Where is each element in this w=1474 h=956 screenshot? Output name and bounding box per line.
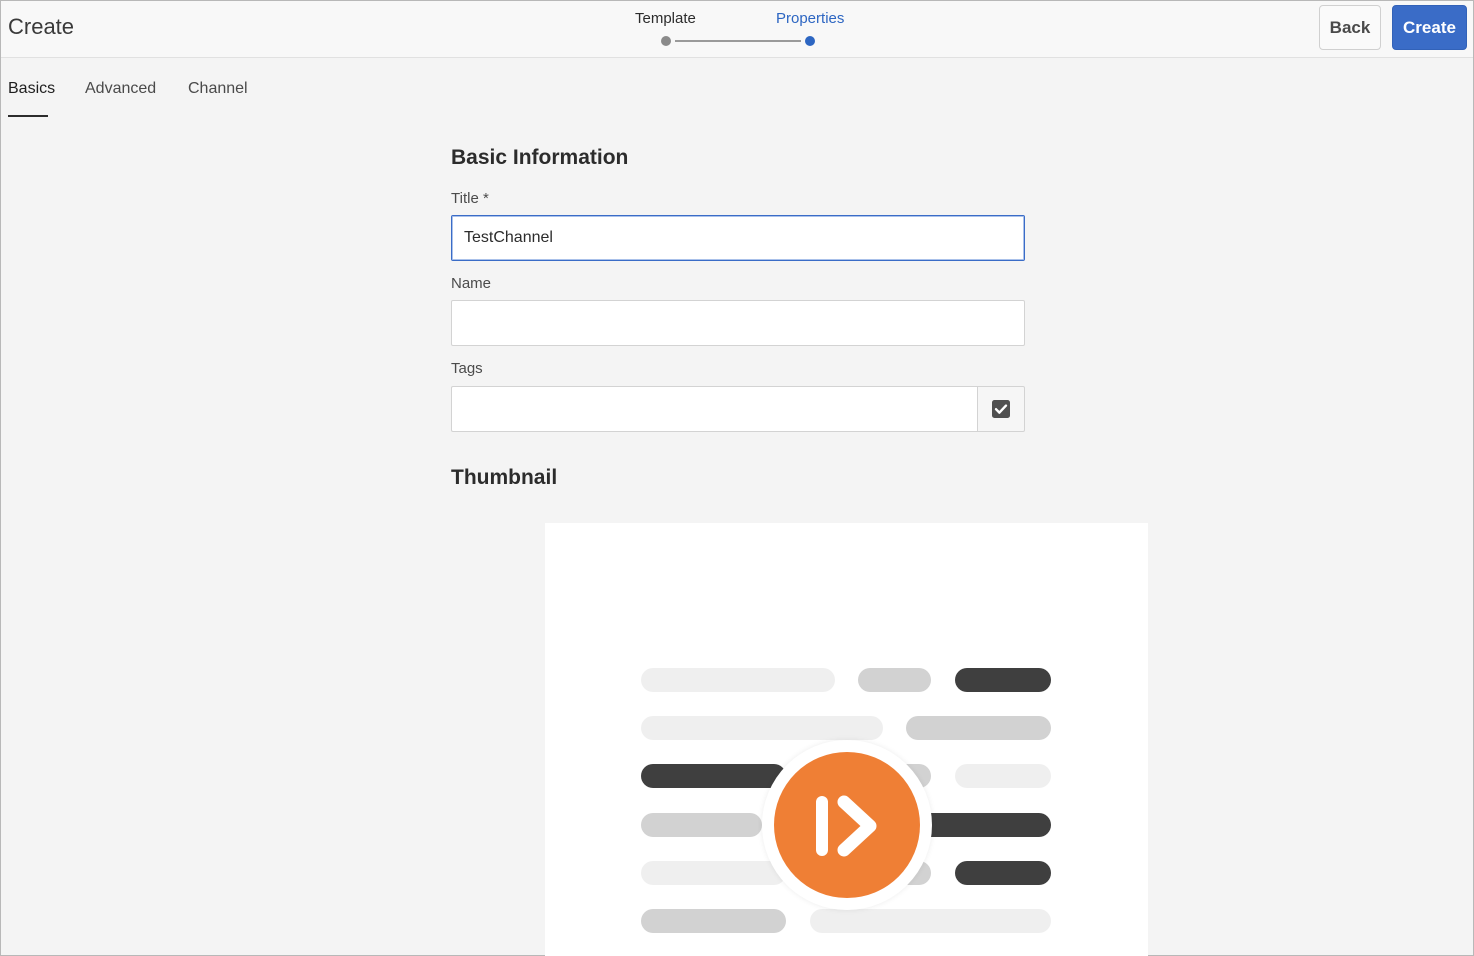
tags-label: Tags (451, 360, 483, 377)
tab-basics[interactable]: Basics (8, 80, 55, 98)
adobe-screens-play-icon (774, 752, 920, 898)
thumbnail-bar (955, 861, 1051, 885)
thumbnail-heading: Thumbnail (451, 466, 558, 489)
thumbnail-bar (955, 668, 1051, 692)
tab-channel[interactable]: Channel (188, 80, 248, 98)
page-title: Create (8, 14, 75, 39)
thumbnail-bar (641, 764, 786, 788)
title-label: Title * (451, 190, 489, 207)
thumbnail-preview[interactable] (545, 523, 1148, 956)
step-properties-dot[interactable] (805, 36, 815, 46)
step-properties-label[interactable]: Properties (776, 10, 844, 27)
thumbnail-bar (641, 716, 883, 740)
play-glyph-icon (816, 795, 877, 857)
name-input[interactable] (451, 300, 1025, 346)
name-label: Name (451, 275, 492, 292)
active-tab-indicator (8, 115, 48, 117)
basic-information-heading: Basic Information (451, 146, 629, 169)
step-template-label[interactable]: Template (635, 10, 696, 27)
checkbox-checked-icon (992, 400, 1010, 418)
thumbnail-bar (641, 668, 835, 692)
tab-bar: Basics Advanced Channel (1, 59, 401, 119)
create-button[interactable]: Create (1392, 5, 1467, 50)
thumbnail-bar (955, 764, 1051, 788)
tab-advanced[interactable]: Advanced (85, 80, 156, 98)
thumbnail-bar (641, 861, 786, 885)
step-template-dot[interactable] (661, 36, 671, 46)
top-bar: Create Template Properties Back Create (1, 1, 1473, 58)
thumbnail-bar (641, 813, 762, 837)
thumbnail-bar (858, 668, 931, 692)
title-input[interactable] (451, 215, 1025, 261)
thumbnail-bar (810, 909, 1051, 933)
back-button[interactable]: Back (1319, 5, 1381, 50)
thumbnail-bar (906, 716, 1051, 740)
thumbnail-bar (641, 909, 786, 933)
tags-input[interactable] (451, 386, 978, 432)
tags-picker-button[interactable] (977, 386, 1025, 432)
wizard-steps: Template Properties (631, 9, 861, 51)
step-connector (675, 40, 801, 42)
